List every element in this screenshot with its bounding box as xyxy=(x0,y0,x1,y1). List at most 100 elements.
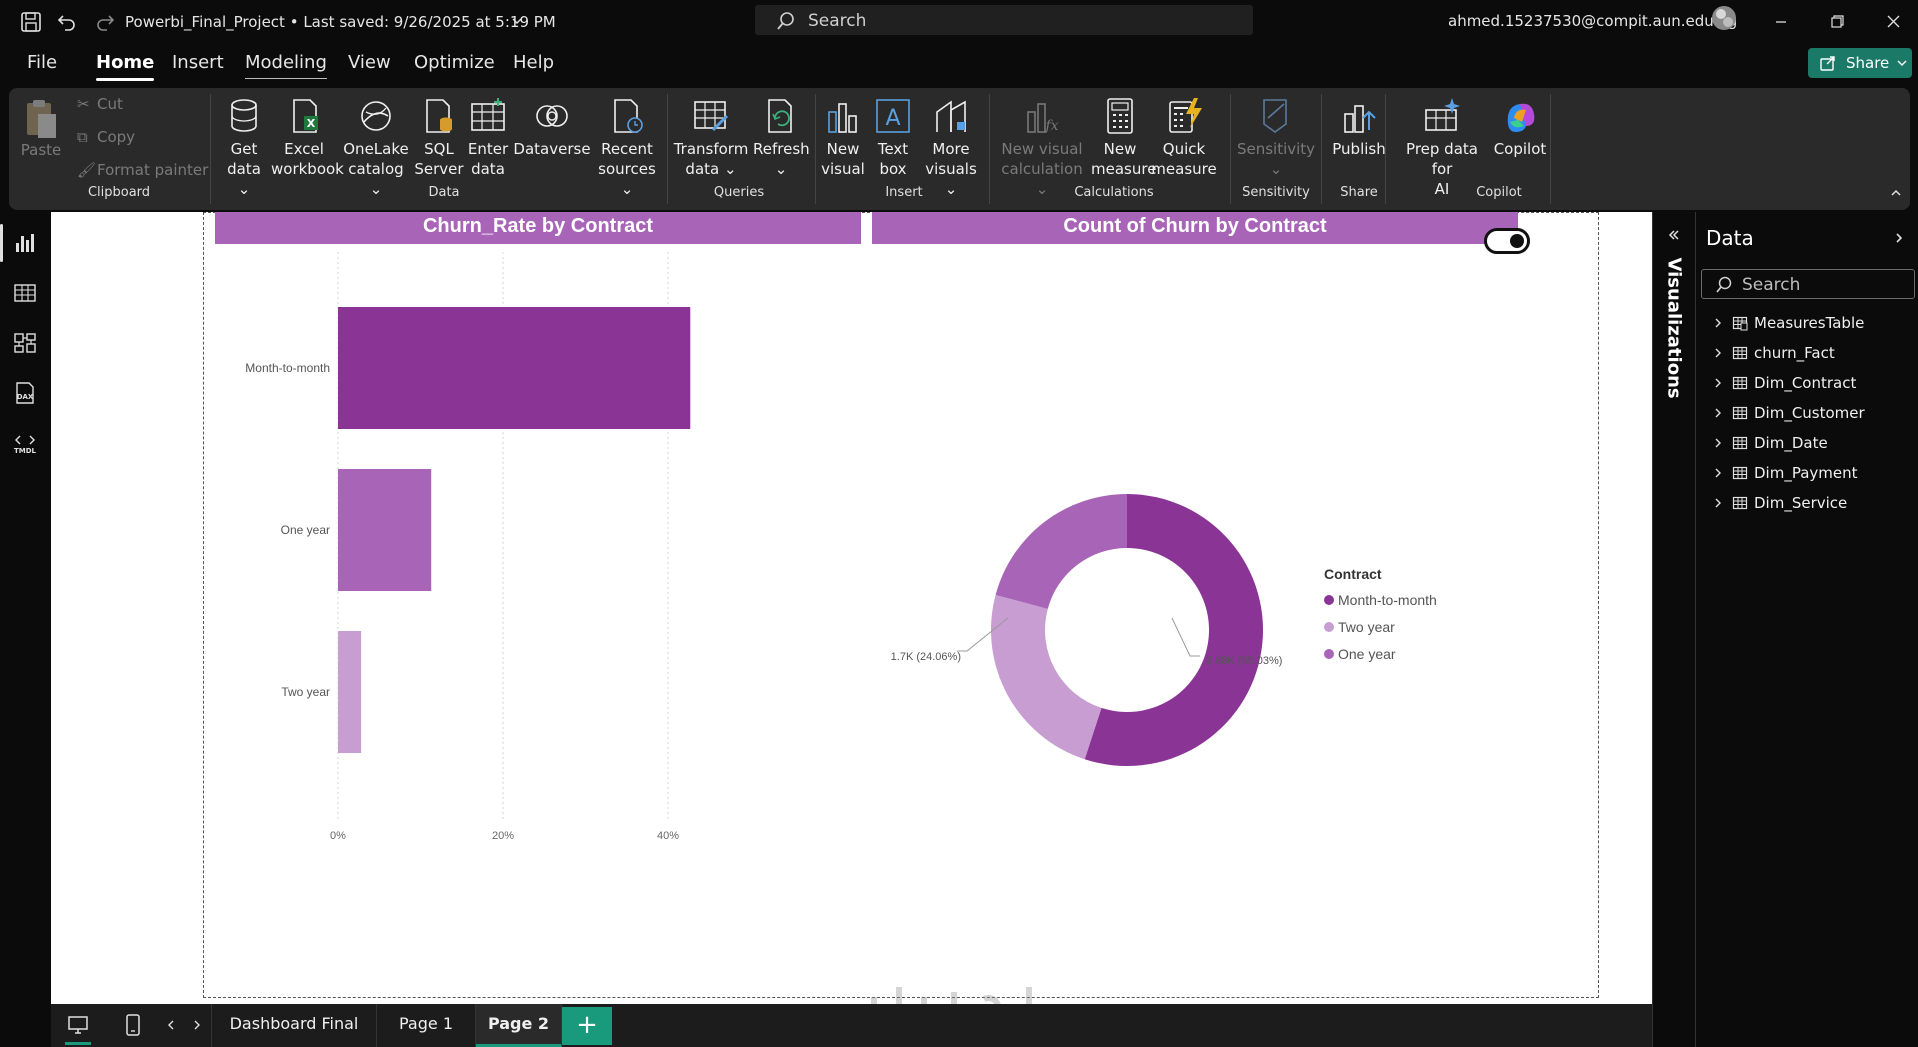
data-search-input[interactable]: Search xyxy=(1701,269,1915,299)
dataverse-button[interactable]: Dataverse xyxy=(512,96,592,159)
donut-slice[interactable] xyxy=(991,594,1102,760)
calculator-icon xyxy=(1100,96,1140,136)
legend-item[interactable]: Month-to-month xyxy=(1324,586,1524,613)
text-box-button[interactable]: A Text box xyxy=(871,96,915,179)
collapse-ribbon-icon[interactable] xyxy=(1889,186,1903,200)
transform-data-button[interactable]: Transform data ⌄ xyxy=(670,96,752,179)
menu-modeling[interactable]: Modeling xyxy=(245,52,327,79)
publish-button[interactable]: Publish xyxy=(1325,96,1393,159)
page-tab-page-1[interactable]: Page 1 xyxy=(377,1004,476,1047)
onelake-icon xyxy=(356,96,396,136)
restore-button[interactable] xyxy=(1815,6,1859,38)
data-table-item[interactable]: Dim_Contract xyxy=(1712,372,1912,396)
chart-legend: Contract Month-to-month Two year One year xyxy=(1324,566,1524,667)
copilot-button[interactable]: Copilot xyxy=(1487,96,1553,159)
table-view-icon[interactable] xyxy=(12,280,38,306)
menu-home[interactable]: Home xyxy=(96,52,155,81)
donut-chart[interactable]: 3.88K (55.03%)1.7K (24.06%)1.47K (20.9%) xyxy=(872,482,1312,782)
bar[interactable] xyxy=(338,469,432,591)
chevron-right-icon[interactable] xyxy=(1712,407,1724,419)
avatar[interactable] xyxy=(1711,5,1737,31)
data-pane-title: Data xyxy=(1706,226,1754,250)
bar[interactable] xyxy=(338,307,691,429)
minimize-button[interactable] xyxy=(1759,6,1803,38)
more-visuals-button[interactable]: More visuals ⌄ xyxy=(919,96,983,199)
mobile-layout-icon[interactable] xyxy=(123,1012,143,1038)
chevron-right-icon[interactable] xyxy=(1712,347,1724,359)
copy-button[interactable]: ⧉ Copy xyxy=(77,128,135,146)
paste-button[interactable]: Paste xyxy=(18,97,64,160)
chevron-right-icon[interactable] xyxy=(1712,437,1724,449)
data-table-item[interactable]: churn_Fact xyxy=(1712,342,1912,366)
share-icon xyxy=(1819,54,1837,72)
add-page-button[interactable]: + xyxy=(562,1007,612,1045)
bar-chart[interactable]: 0% 20% 40% Month-to-month One year Two year xyxy=(215,252,815,1002)
desktop-layout-icon[interactable] xyxy=(65,1012,91,1038)
user-email[interactable]: ahmed.15237530@compit.aun.edu.eg xyxy=(1448,12,1737,30)
report-view-icon[interactable] xyxy=(12,230,38,256)
bar[interactable] xyxy=(338,631,362,753)
redo-icon[interactable] xyxy=(93,10,117,34)
data-table-item[interactable]: Dim_Payment xyxy=(1712,462,1912,486)
menu-view[interactable]: View xyxy=(348,52,391,73)
menu-help[interactable]: Help xyxy=(513,52,554,73)
chevron-right-icon[interactable] xyxy=(1712,467,1724,479)
cut-icon: ✂ xyxy=(77,95,90,113)
table-icon xyxy=(1732,405,1748,421)
menu-insert[interactable]: Insert xyxy=(172,52,224,73)
toggle-switch[interactable] xyxy=(1484,228,1530,254)
brush-icon: 🖌 xyxy=(77,161,97,179)
dax-query-view-icon[interactable]: DAX xyxy=(12,380,38,406)
new-measure-button[interactable]: New measure xyxy=(1091,96,1156,179)
new-visual-calculation-button[interactable]: fx New visual calculation ⌄ xyxy=(997,96,1087,199)
cut-button[interactable]: ✂ Cut xyxy=(77,95,123,113)
previous-page-icon[interactable] xyxy=(165,1018,177,1032)
document-title[interactable]: Powerbi_Final_Project • Last saved: 9/26… xyxy=(125,13,556,31)
expand-visualizations-icon[interactable] xyxy=(1667,228,1681,242)
chevron-right-icon[interactable] xyxy=(1712,497,1724,509)
donut-slice[interactable] xyxy=(995,494,1127,609)
share-button[interactable]: Share xyxy=(1808,48,1912,78)
format-painter-button[interactable]: 🖌Format painter xyxy=(77,161,208,179)
data-table-item[interactable]: Dim_Service xyxy=(1712,492,1912,516)
enter-data-button[interactable]: Enter data xyxy=(465,96,511,179)
tmdl-view-icon[interactable]: TMDL xyxy=(12,430,38,456)
menu-file[interactable]: File xyxy=(27,52,57,73)
refresh-button[interactable]: Refresh ⌄ xyxy=(753,96,810,179)
onelake-catalog-button[interactable]: OneLake catalog ⌄ xyxy=(342,96,410,199)
collapse-data-pane-icon[interactable] xyxy=(1892,231,1906,245)
get-data-button[interactable]: Get data ⌄ xyxy=(220,96,268,199)
model-view-icon[interactable] xyxy=(12,330,38,356)
data-table-item[interactable]: Dim_Customer xyxy=(1712,402,1912,426)
close-button[interactable] xyxy=(1871,6,1915,38)
sensitivity-button[interactable]: Sensitivity ⌄ xyxy=(1235,96,1317,179)
next-page-icon[interactable] xyxy=(191,1018,203,1032)
data-table-label: Dim_Payment xyxy=(1754,464,1858,482)
page-tab-page-2[interactable]: Page 2 xyxy=(476,1004,562,1047)
page-tab-dashboard-final[interactable]: Dashboard Final xyxy=(211,1004,377,1047)
chevron-right-icon[interactable] xyxy=(1712,317,1724,329)
new-visual-button[interactable]: New visual xyxy=(821,96,865,179)
recent-sources-button[interactable]: Recent sources ⌄ xyxy=(594,96,660,199)
legend-title: Contract xyxy=(1324,566,1382,582)
publish-icon xyxy=(1339,96,1379,136)
data-table-item[interactable]: Dim_Date xyxy=(1712,432,1912,456)
legend-item[interactable]: One year xyxy=(1324,640,1524,667)
prep-data-for-ai-button[interactable]: Prep data for AI xyxy=(1397,96,1487,199)
chevron-right-icon[interactable] xyxy=(1712,377,1724,389)
visualizations-label[interactable]: Visualizations xyxy=(1664,258,1685,399)
chevron-down-icon[interactable] xyxy=(510,14,524,28)
legend-item[interactable]: Two year xyxy=(1324,613,1524,640)
global-search-input[interactable]: Search xyxy=(755,5,1253,35)
title-bar: Powerbi_Final_Project • Last saved: 9/26… xyxy=(0,0,1918,44)
menu-optimize[interactable]: Optimize xyxy=(414,52,495,73)
excel-workbook-button[interactable]: X Excel workbook xyxy=(271,96,344,179)
sql-server-icon xyxy=(419,96,459,136)
svg-text:DAX: DAX xyxy=(17,393,34,401)
sql-server-button[interactable]: SQL Server xyxy=(414,96,464,179)
save-icon[interactable] xyxy=(19,10,43,34)
undo-icon[interactable] xyxy=(55,10,79,34)
data-table-item[interactable]: MeasuresTable xyxy=(1712,312,1912,336)
quick-measure-button[interactable]: Quick measure xyxy=(1151,96,1217,179)
report-canvas[interactable]: Churn_Rate by Contract Count of Churn by… xyxy=(51,212,1652,1021)
